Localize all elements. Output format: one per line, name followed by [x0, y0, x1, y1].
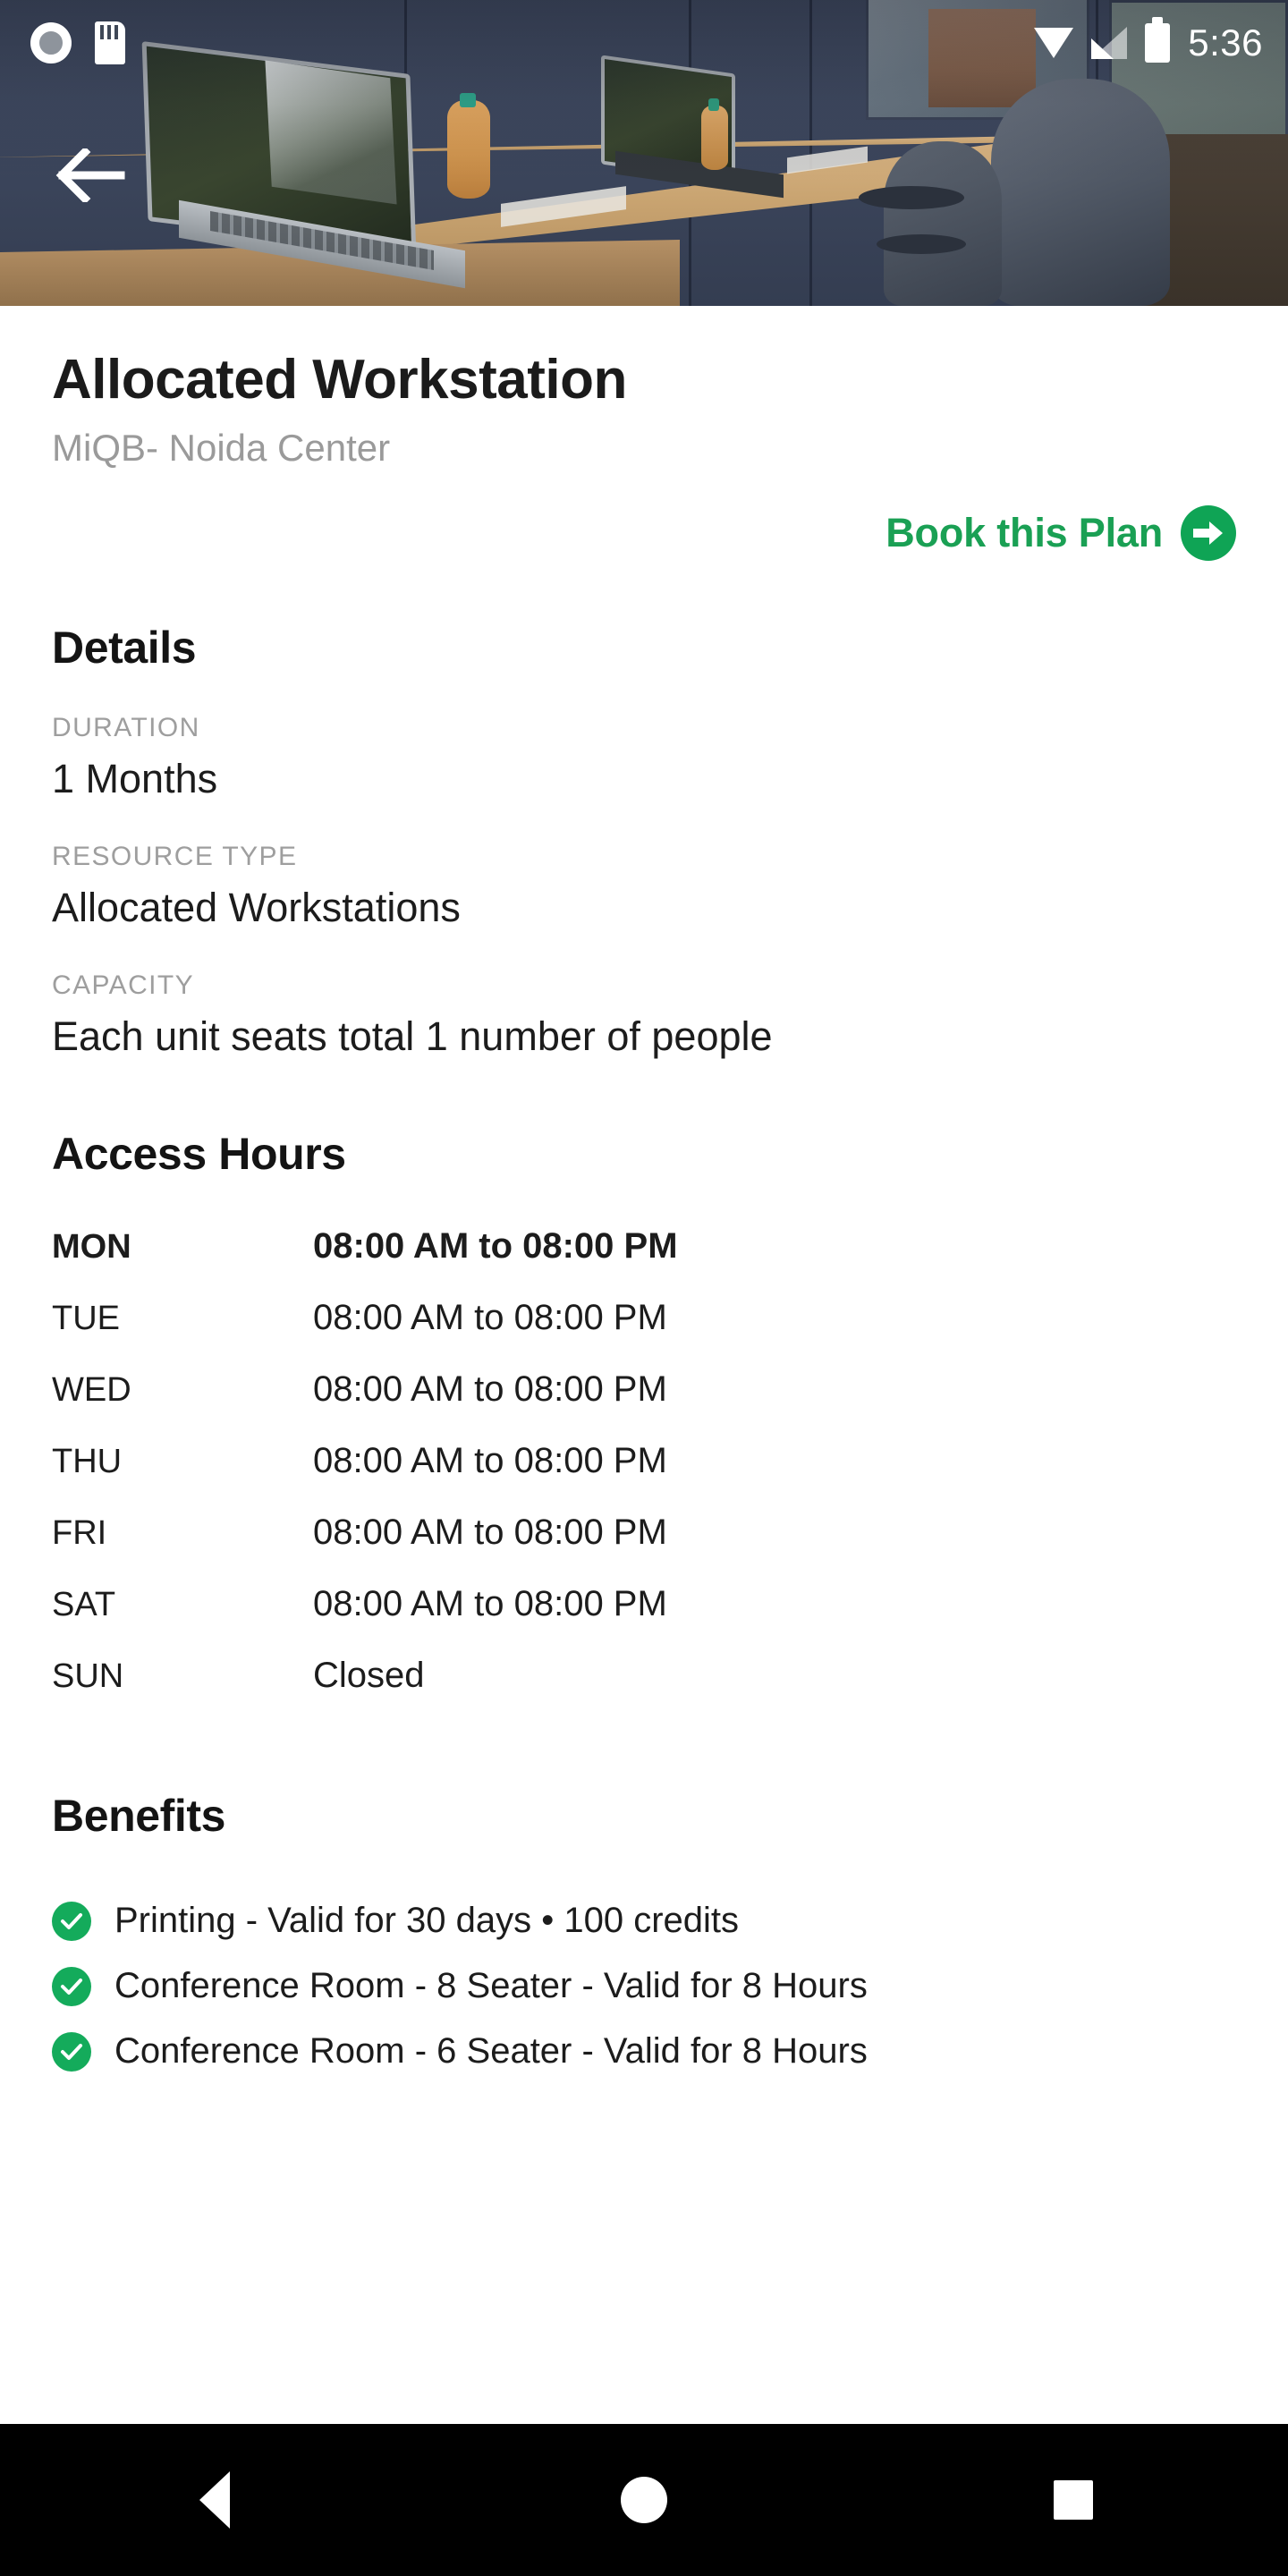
nav-back-button[interactable]: [139, 2424, 291, 2576]
hours-time: 08:00 AM to 08:00 PM: [313, 1513, 667, 1553]
hours-day: MON: [52, 1228, 131, 1267]
check-circle-icon: [52, 1901, 91, 1941]
hours-time: 08:00 AM to 08:00 PM: [313, 1584, 667, 1624]
arrow-right-circle-icon: [1181, 505, 1236, 562]
hours-row: SUN Closed: [52, 1656, 1236, 1727]
detail-field-capacity: CAPACITY Each unit seats total 1 number …: [52, 970, 1236, 1060]
hours-day: TUE: [52, 1300, 120, 1338]
page-subtitle: MiQB- Noida Center: [52, 427, 391, 470]
hours-row: TUE 08:00 AM to 08:00 PM: [52, 1298, 1236, 1369]
hours-time: 08:00 AM to 08:00 PM: [313, 1441, 667, 1481]
benefits-list: Printing - Valid for 30 days • 100 credi…: [52, 1888, 1236, 2084]
nav-back-icon: [199, 2471, 230, 2529]
benefits-heading: Benefits: [52, 1791, 226, 1842]
detail-value: Each unit seats total 1 number of people: [52, 1013, 773, 1060]
hours-row: WED 08:00 AM to 08:00 PM: [52, 1369, 1236, 1441]
nav-recents-icon: [1054, 2480, 1093, 2520]
hero-banner: 5:36: [0, 0, 1288, 306]
hours-day: SAT: [52, 1586, 116, 1624]
hours-day: SUN: [52, 1657, 124, 1696]
battery-icon: [1145, 17, 1171, 63]
benefit-text: Conference Room - 6 Seater - Valid for 8…: [114, 2031, 868, 2072]
detail-field-duration: DURATION 1 Months: [52, 713, 1236, 802]
detail-value: 1 Months: [52, 756, 218, 802]
screen-record-icon: [30, 22, 72, 64]
hours-row: FRI 08:00 AM to 08:00 PM: [52, 1513, 1236, 1584]
list-item: Conference Room - 6 Seater - Valid for 8…: [52, 2019, 1236, 2084]
hours-time: 08:00 AM to 08:00 PM: [313, 1298, 667, 1338]
details-section: Details DURATION 1 Months RESOURCE TYPE …: [52, 622, 1236, 1060]
page-title: Allocated Workstation: [52, 349, 627, 411]
detail-label: DURATION: [52, 713, 200, 743]
access-hours-table: MON 08:00 AM to 08:00 PM TUE 08:00 AM to…: [52, 1226, 1236, 1727]
book-this-plan-label: Book this Plan: [886, 510, 1163, 556]
hours-day: FRI: [52, 1514, 107, 1553]
signal-icon: [1091, 27, 1128, 59]
detail-value: Allocated Workstations: [52, 885, 461, 931]
hours-time: Closed: [313, 1656, 425, 1696]
hours-day: THU: [52, 1443, 123, 1481]
check-circle-icon: [52, 1966, 91, 2006]
check-circle-icon: [52, 2031, 91, 2072]
hours-time: 08:00 AM to 08:00 PM: [313, 1226, 678, 1267]
hours-day: WED: [52, 1371, 131, 1410]
nav-recents-button[interactable]: [997, 2424, 1149, 2576]
nav-home-button[interactable]: [568, 2424, 720, 2576]
nav-home-icon: [621, 2477, 667, 2523]
sd-card-icon: [95, 21, 125, 64]
access-hours-heading: Access Hours: [52, 1129, 346, 1180]
android-navigation-bar: [0, 2424, 1288, 2576]
access-hours-section: Access Hours MON 08:00 AM to 08:00 PM TU…: [52, 1128, 1236, 1727]
list-item: Printing - Valid for 30 days • 100 credi…: [52, 1888, 1236, 1953]
hours-row: SAT 08:00 AM to 08:00 PM: [52, 1584, 1236, 1656]
back-arrow-icon: [55, 148, 125, 202]
status-bar: 5:36: [0, 0, 1288, 86]
wifi-icon: [1034, 28, 1074, 58]
details-heading: Details: [52, 623, 197, 674]
back-button[interactable]: [41, 125, 141, 225]
benefits-section: Benefits Printing - Valid for 30 days • …: [52, 1790, 1236, 2084]
hours-row: MON 08:00 AM to 08:00 PM: [52, 1226, 1236, 1298]
hours-time: 08:00 AM to 08:00 PM: [313, 1369, 667, 1410]
status-clock: 5:36: [1188, 21, 1263, 64]
detail-field-resource-type: RESOURCE TYPE Allocated Workstations: [52, 842, 1236, 931]
benefit-text: Conference Room - 8 Seater - Valid for 8…: [114, 1966, 868, 2006]
hours-row: THU 08:00 AM to 08:00 PM: [52, 1441, 1236, 1513]
benefit-text: Printing - Valid for 30 days • 100 credi…: [114, 1901, 740, 1941]
detail-content: Allocated Workstation MiQB- Noida Center…: [0, 351, 1288, 2084]
detail-label: RESOURCE TYPE: [52, 842, 298, 872]
list-item: Conference Room - 8 Seater - Valid for 8…: [52, 1953, 1236, 2019]
book-this-plan-button[interactable]: Book this Plan: [52, 505, 1236, 562]
detail-label: CAPACITY: [52, 970, 195, 1001]
